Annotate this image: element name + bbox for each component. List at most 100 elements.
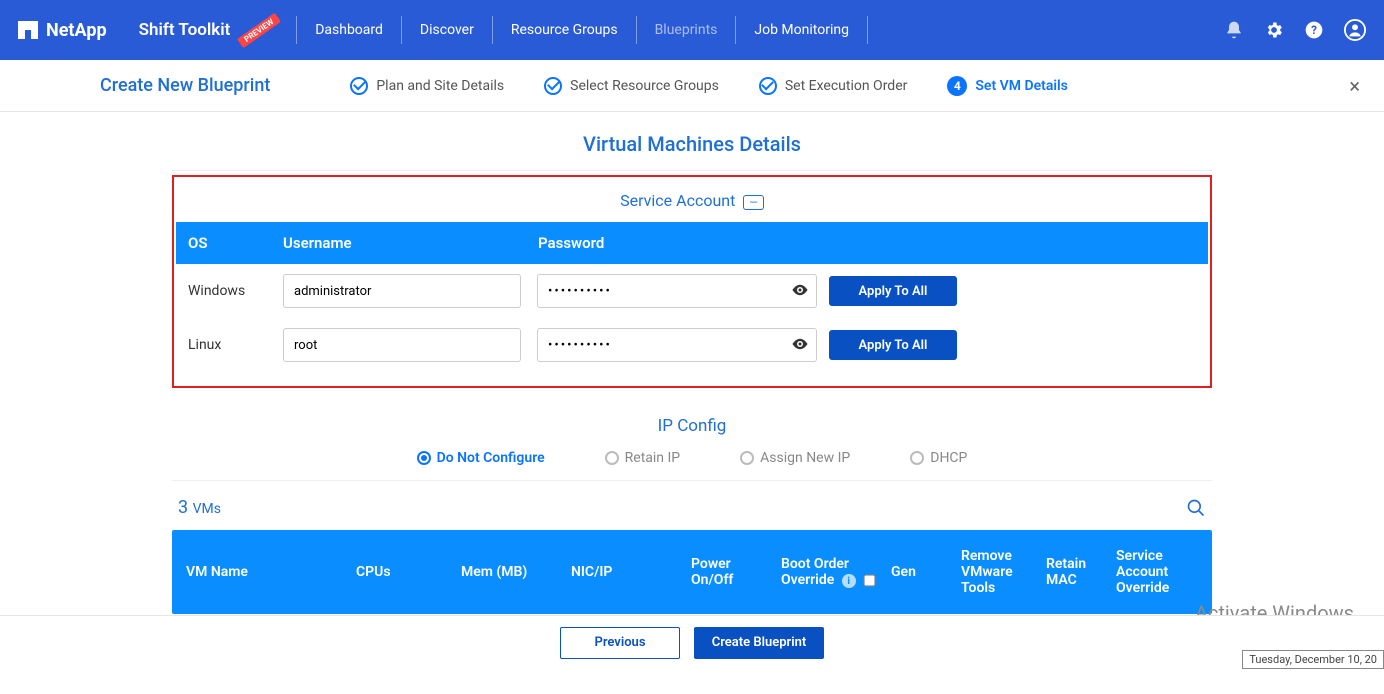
nav-dashboard[interactable]: Dashboard <box>311 22 387 38</box>
wizard-step-plan[interactable]: Plan and Site Details <box>350 77 504 95</box>
nav-discover[interactable]: Discover <box>416 22 478 38</box>
service-account-section: Service Account — OS Username Password W… <box>172 175 1212 388</box>
svg-text:?: ? <box>1311 23 1317 37</box>
service-account-title: Service Account — <box>176 179 1208 222</box>
boot-override-checkbox[interactable] <box>864 574 876 586</box>
th-nic: NIC/IP <box>571 564 691 580</box>
taskbar-date: Tuesday, December 10, 20 <box>1242 650 1384 669</box>
th-boot: Boot Order Override i <box>781 556 891 589</box>
nav-separator <box>492 16 493 44</box>
nav-separator <box>867 16 868 44</box>
ip-option-dhcp[interactable]: DHCP <box>910 450 967 466</box>
th-vm-name: VM Name <box>186 564 356 580</box>
preview-badge: PREVIEW <box>237 12 281 47</box>
wizard-step-label: Set Execution Order <box>785 78 908 94</box>
th-gen: Gen <box>891 564 961 580</box>
service-account-row-windows: Windows Apply To All <box>176 264 1208 318</box>
radio-label: Do Not Configure <box>437 450 545 466</box>
eye-icon[interactable] <box>791 281 809 299</box>
service-account-row-linux: Linux Apply To All <box>176 318 1208 372</box>
bell-icon[interactable] <box>1224 20 1244 40</box>
password-input-windows[interactable] <box>537 274 817 308</box>
info-icon[interactable]: i <box>842 574 856 588</box>
wizard-title: Create New Blueprint <box>100 75 270 96</box>
wizard-step-label: Plan and Site Details <box>376 78 504 94</box>
ip-config-options: Do Not Configure Retain IP Assign New IP… <box>172 450 1212 480</box>
nav-blueprints[interactable]: Blueprints <box>651 22 722 38</box>
radio-label: DHCP <box>930 450 967 466</box>
os-label-windows: Windows <box>188 283 283 299</box>
vm-count-row: 3 VMs <box>172 481 1212 530</box>
radio-icon <box>910 451 924 465</box>
radio-icon <box>417 451 431 465</box>
apply-to-all-button-windows[interactable]: Apply To All <box>829 276 957 306</box>
collapse-icon[interactable]: — <box>743 195 764 210</box>
nav-links: Dashboard Discover Resource Groups Bluep… <box>311 16 882 44</box>
radio-icon <box>605 451 619 465</box>
password-input-linux[interactable] <box>537 328 817 362</box>
check-icon <box>350 77 368 95</box>
nav-separator <box>735 16 736 44</box>
product-label: Shift Toolkit <box>139 20 231 40</box>
wizard-step-exec-order[interactable]: Set Execution Order <box>759 77 908 95</box>
ip-option-retain-ip[interactable]: Retain IP <box>605 450 681 466</box>
topbar-actions: ? <box>1224 19 1366 41</box>
ip-option-assign-new-ip[interactable]: Assign New IP <box>740 450 850 466</box>
radio-icon <box>740 451 754 465</box>
service-account-header: OS Username Password <box>176 222 1208 264</box>
brand-logo: NetApp <box>18 20 107 41</box>
netapp-logo-icon <box>18 21 38 39</box>
radio-label: Retain IP <box>625 450 681 466</box>
th-mem: Mem (MB) <box>461 564 571 580</box>
previous-button[interactable]: Previous <box>560 627 680 659</box>
username-input-linux[interactable] <box>283 328 521 362</box>
nav-job-monitoring[interactable]: Job Monitoring <box>750 22 853 38</box>
th-retain-mac: Retain MAC <box>1046 556 1116 588</box>
vm-count: 3 VMs <box>178 497 221 518</box>
wizard-bar: Create New Blueprint Plan and Site Detai… <box>0 60 1384 112</box>
vm-count-label: VMs <box>193 501 221 517</box>
header-password: Password <box>538 234 1061 252</box>
wizard-steps: Plan and Site Details Select Resource Gr… <box>350 76 1067 96</box>
os-label-linux: Linux <box>188 337 283 353</box>
product-name: Shift Toolkit PREVIEW <box>139 20 283 40</box>
top-navbar: NetApp Shift Toolkit PREVIEW Dashboard D… <box>0 0 1384 60</box>
step-number-badge: 4 <box>947 76 967 96</box>
user-icon[interactable] <box>1344 19 1366 41</box>
help-icon[interactable]: ? <box>1304 20 1324 40</box>
wizard-step-label: Set VM Details <box>975 78 1067 94</box>
vm-count-number: 3 <box>178 497 188 518</box>
th-remove-tools: Remove VMware Tools <box>961 548 1046 596</box>
apply-to-all-button-linux[interactable]: Apply To All <box>829 330 957 360</box>
header-os: OS <box>188 234 283 252</box>
close-icon[interactable]: × <box>1349 74 1360 98</box>
nav-separator <box>636 16 637 44</box>
th-power: Power On/Off <box>691 556 781 588</box>
check-icon <box>544 77 562 95</box>
header-spacer <box>1061 234 1196 252</box>
wizard-step-select-rg[interactable]: Select Resource Groups <box>544 77 719 95</box>
th-boot-label: Boot Order Override <box>781 556 849 588</box>
header-username: Username <box>283 234 538 252</box>
card: Service Account — OS Username Password W… <box>172 170 1212 614</box>
th-cpus: CPUs <box>356 564 461 580</box>
divider <box>172 170 1212 171</box>
nav-separator <box>401 16 402 44</box>
wizard-step-label: Select Resource Groups <box>570 78 719 94</box>
ip-config-title: IP Config <box>172 388 1212 450</box>
page-title: Virtual Machines Details <box>583 132 801 156</box>
wizard-footer: Previous Create Blueprint <box>0 615 1384 669</box>
brand-text: NetApp <box>46 20 107 41</box>
nav-resource-groups[interactable]: Resource Groups <box>507 22 622 38</box>
service-account-label: Service Account <box>620 191 735 210</box>
wizard-step-vm-details[interactable]: 4 Set VM Details <box>947 76 1067 96</box>
nav-separator <box>296 16 297 44</box>
ip-option-do-not-configure[interactable]: Do Not Configure <box>417 450 545 466</box>
search-icon[interactable] <box>1186 498 1206 518</box>
gear-icon[interactable] <box>1264 20 1284 40</box>
radio-label: Assign New IP <box>760 450 850 466</box>
eye-icon[interactable] <box>791 335 809 353</box>
username-input-windows[interactable] <box>283 274 521 308</box>
th-svc-override: Service Account Override <box>1116 548 1196 596</box>
create-blueprint-button[interactable]: Create Blueprint <box>694 627 824 659</box>
